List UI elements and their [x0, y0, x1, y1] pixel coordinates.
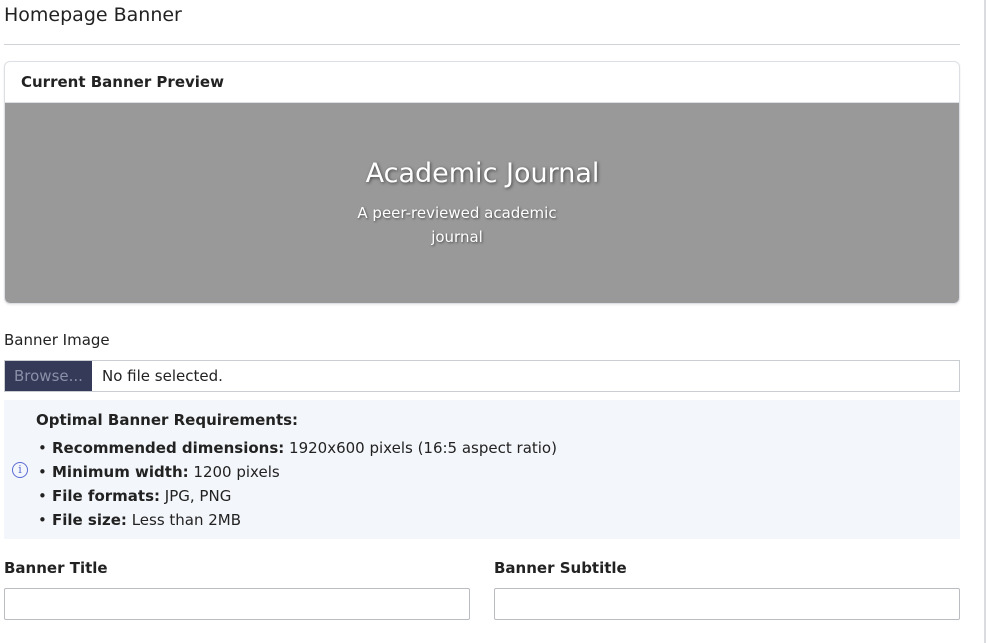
requirement-value: JPG, PNG [164, 487, 232, 505]
banner-preview-title: Academic Journal [365, 158, 600, 189]
requirement-item: • Minimum width: 1200 pixels [38, 463, 280, 481]
file-status-text: No file selected. [102, 367, 223, 385]
preview-card-header: Current Banner Preview [5, 62, 959, 103]
requirement-value: 1920x600 pixels (16:5 aspect ratio) [289, 439, 557, 457]
requirements-heading: Optimal Banner Requirements: [36, 411, 299, 429]
requirements-list: • Recommended dimensions: 1920x600 pixels… [36, 436, 557, 532]
title-divider [4, 44, 960, 45]
banner-preview-card: Current Banner Preview Academic Journal … [4, 61, 960, 304]
requirement-item: • File formats: JPG, PNG [38, 487, 232, 505]
banner-title-label: Banner Title [4, 559, 108, 577]
banner-subtitle-label: Banner Subtitle [494, 559, 627, 577]
requirement-term: File size: [52, 511, 127, 529]
requirement-item: • Recommended dimensions: 1920x600 pixels… [38, 439, 557, 457]
requirement-term: Recommended dimensions: [52, 439, 285, 457]
page-right-border [984, 0, 986, 643]
requirement-term: File formats: [52, 487, 161, 505]
requirement-value: Less than 2MB [131, 511, 242, 529]
requirement-term: Minimum width: [52, 463, 189, 481]
banner-requirements-box: i Optimal Banner Requirements: • Recommen… [4, 400, 960, 539]
browse-button[interactable]: Browse... [5, 361, 92, 391]
banner-preview-image: Academic Journal A peer-reviewed academi… [5, 103, 959, 303]
info-icon: i [12, 462, 28, 478]
banner-subtitle-input[interactable] [494, 588, 960, 620]
banner-title-input[interactable] [4, 588, 470, 620]
banner-image-label: Banner Image [4, 331, 110, 349]
page-title: Homepage Banner [4, 4, 182, 26]
banner-preview-subtitle: A peer-reviewed academic journal [357, 204, 557, 246]
requirement-value: 1200 pixels [193, 463, 280, 481]
requirement-item: • File size: Less than 2MB [38, 511, 242, 529]
banner-image-file-input[interactable]: Browse... No file selected. [4, 360, 960, 392]
